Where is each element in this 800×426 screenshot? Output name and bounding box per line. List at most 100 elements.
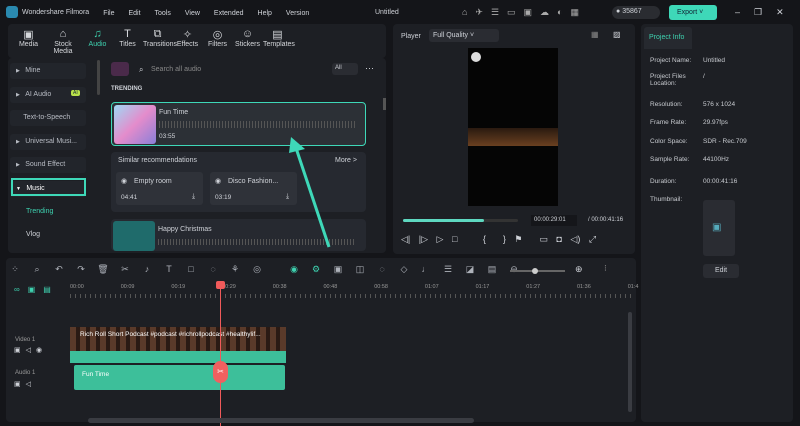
credits-value: 35867 [622, 8, 642, 15]
templates-icon: ▤ [272, 29, 283, 41]
audio-clip-title: Fun Time [82, 371, 110, 378]
ruler-tick-label: 01:36 [577, 284, 591, 290]
info-label: Color Space: [650, 138, 688, 145]
tab-label: Transitions [143, 41, 177, 48]
toolbar-icons[interactable]: ⌂✈☰▭▣☁◐▦ [462, 7, 587, 18]
stock-media-icon: ⌂ [59, 28, 67, 40]
info-value: Untitled [703, 57, 726, 64]
tab-stickers[interactable]: ☺ Stickers [233, 24, 262, 58]
timeline-toolbar[interactable]: ⁘ ⌕ ↶ ↷ 🗑 ✂ ♪ T □ ◌ ⚘ ◎ [4, 264, 268, 275]
playback-slider[interactable] [403, 219, 518, 222]
tab-templates[interactable]: ▤ Templates [263, 24, 295, 58]
zoom-slider[interactable] [510, 268, 565, 274]
split-scissors-icon[interactable]: ✂ [213, 361, 228, 383]
channel-avatar [471, 52, 481, 62]
tab-project-info[interactable]: Project Info [644, 27, 692, 49]
audio-clip[interactable]: Fun Time [74, 365, 285, 390]
window-controls[interactable]: –❐✕ [735, 7, 798, 18]
zoom-in-icon[interactable]: ⊕ [575, 264, 583, 275]
current-time[interactable]: 00:00:29:01 [531, 215, 577, 226]
sub-item-trending[interactable]: Trending [26, 208, 53, 215]
more-link[interactable]: More > [335, 157, 357, 164]
menu-extended[interactable]: Extended [214, 10, 244, 17]
total-time: / 00:00:41:16 [588, 217, 624, 223]
info-label: Project Files Location: [650, 73, 686, 87]
sidebar-scrollbar[interactable] [97, 60, 100, 95]
similar-item-duration: 04:41 [121, 194, 138, 201]
thumbnail-image: ▣ [703, 200, 735, 256]
grid-icon[interactable]: ▦ [591, 30, 599, 39]
playhead-handle[interactable] [216, 281, 225, 289]
credits-badge[interactable]: ● 35867 [612, 6, 660, 19]
layout-icon[interactable]: ⁝ [604, 263, 607, 274]
list-scrollbar[interactable] [383, 98, 386, 110]
similar-item[interactable]: ◉ Disco Fashion... 03:19 ⤓ [210, 172, 297, 205]
info-value: 576 x 1024 [703, 101, 736, 108]
download-icon[interactable]: ⤓ [192, 193, 195, 201]
tab-transitions[interactable]: ⧉ Transitions [143, 24, 177, 58]
sidebar-item-label: Universal Musi... [25, 137, 77, 145]
timeline-h-scrollbar[interactable] [88, 418, 474, 423]
filter-all[interactable]: All [332, 63, 358, 75]
export-button[interactable]: Export ˅ [669, 5, 717, 20]
menu-edit[interactable]: Edit [128, 10, 140, 17]
expand-arrow-icon: ▶ [16, 91, 22, 98]
play-icon[interactable]: ◉ [215, 177, 221, 185]
tab-titles[interactable]: T Titles [113, 24, 142, 58]
quality-select[interactable]: Full Quality ˅ [429, 29, 499, 42]
tab-effects[interactable]: ✧ Effects [173, 24, 202, 58]
media-tabs: ▣ Media ⌂ Stock Media ♫ Audio T Titles ⧉ Transiti… [8, 24, 386, 58]
audio-track-controls[interactable]: ▣◁ [14, 380, 36, 388]
ruler-tick-label: 01:27 [526, 284, 541, 290]
playhead[interactable] [220, 284, 221, 426]
timeline-toolbar-right[interactable]: ◉ ⚙ ▣ ◫ ◌ ◇ ♩ ☰ ◪ ▤ ⊖ [283, 264, 525, 275]
menu-version[interactable]: Version [286, 10, 309, 17]
track-waveform [159, 121, 357, 128]
similar-item[interactable]: ◉ Empty room 04:41 ⤓ [116, 172, 203, 205]
video-clip[interactable]: Rich Roll Short Podcast #podcast #richro… [70, 327, 286, 351]
video-track-controls[interactable]: ▣◁◉ [14, 346, 47, 354]
menu-file[interactable]: File [103, 10, 114, 17]
media-icon: ▣ [23, 29, 34, 41]
music-highlight [11, 178, 86, 196]
sidebar-item-text-to-speech[interactable]: ▶ Text-to-Speech [10, 110, 86, 126]
audio-type-icon[interactable] [111, 62, 129, 76]
info-label: Resolution: [650, 101, 683, 108]
ruler-ticks [70, 294, 635, 298]
tab-label: Stock Media [53, 41, 73, 55]
video-track-label: Video 1 [15, 337, 36, 343]
more-options-icon[interactable]: ⋯ [365, 63, 374, 74]
tab-label: Titles [119, 41, 136, 48]
play-icon[interactable]: ◉ [121, 177, 127, 185]
tab-label: Effects [176, 41, 199, 48]
titles-icon: T [124, 28, 131, 40]
timeline-v-scrollbar[interactable] [628, 312, 632, 412]
search-input[interactable]: Search all audio [151, 66, 201, 73]
playback-controls[interactable]: ◁| |▷ ▷ □ { } ⚑ ▭ ◘ ◁) ⤢ [401, 234, 596, 245]
edit-button[interactable]: Edit [703, 264, 739, 278]
sub-item-vlog[interactable]: Vlog [26, 231, 40, 238]
audio-track-label: Audio 1 [15, 370, 36, 376]
image-icon[interactable]: ▨ [613, 30, 621, 39]
export-label: Export [677, 9, 698, 16]
menu-tools[interactable]: Tools [155, 10, 171, 17]
project-title: Untitled [375, 8, 399, 16]
tab-label: Media [18, 41, 39, 48]
tab-stock-media[interactable]: ⌂ Stock Media [44, 24, 82, 58]
sidebar-item-sound-effect[interactable]: ▶ Sound Effect [10, 157, 86, 173]
sidebar-item-label: AI Audio [25, 90, 52, 98]
sidebar-item-universal-musi-[interactable]: ▶ Universal Musi... [10, 133, 86, 150]
similar-title: Similar recommendations [118, 157, 197, 164]
menu-view[interactable]: View [185, 10, 200, 17]
stickers-icon: ☺ [241, 28, 254, 40]
tab-filters[interactable]: ◎ Filters [203, 24, 232, 58]
menu-help[interactable]: Help [258, 10, 272, 17]
info-value: 00:00:41:16 [703, 178, 738, 185]
tab-label: Templates [263, 41, 295, 48]
sidebar-item-mine[interactable]: ▶ Mine [10, 63, 86, 79]
info-value: 29.97fps [703, 119, 728, 126]
tab-audio[interactable]: ♫ Audio [83, 24, 112, 58]
audio-icon: ♫ [93, 28, 102, 40]
track-tools[interactable]: ∞▣▤ [14, 285, 59, 294]
tab-media[interactable]: ▣ Media [14, 24, 43, 58]
